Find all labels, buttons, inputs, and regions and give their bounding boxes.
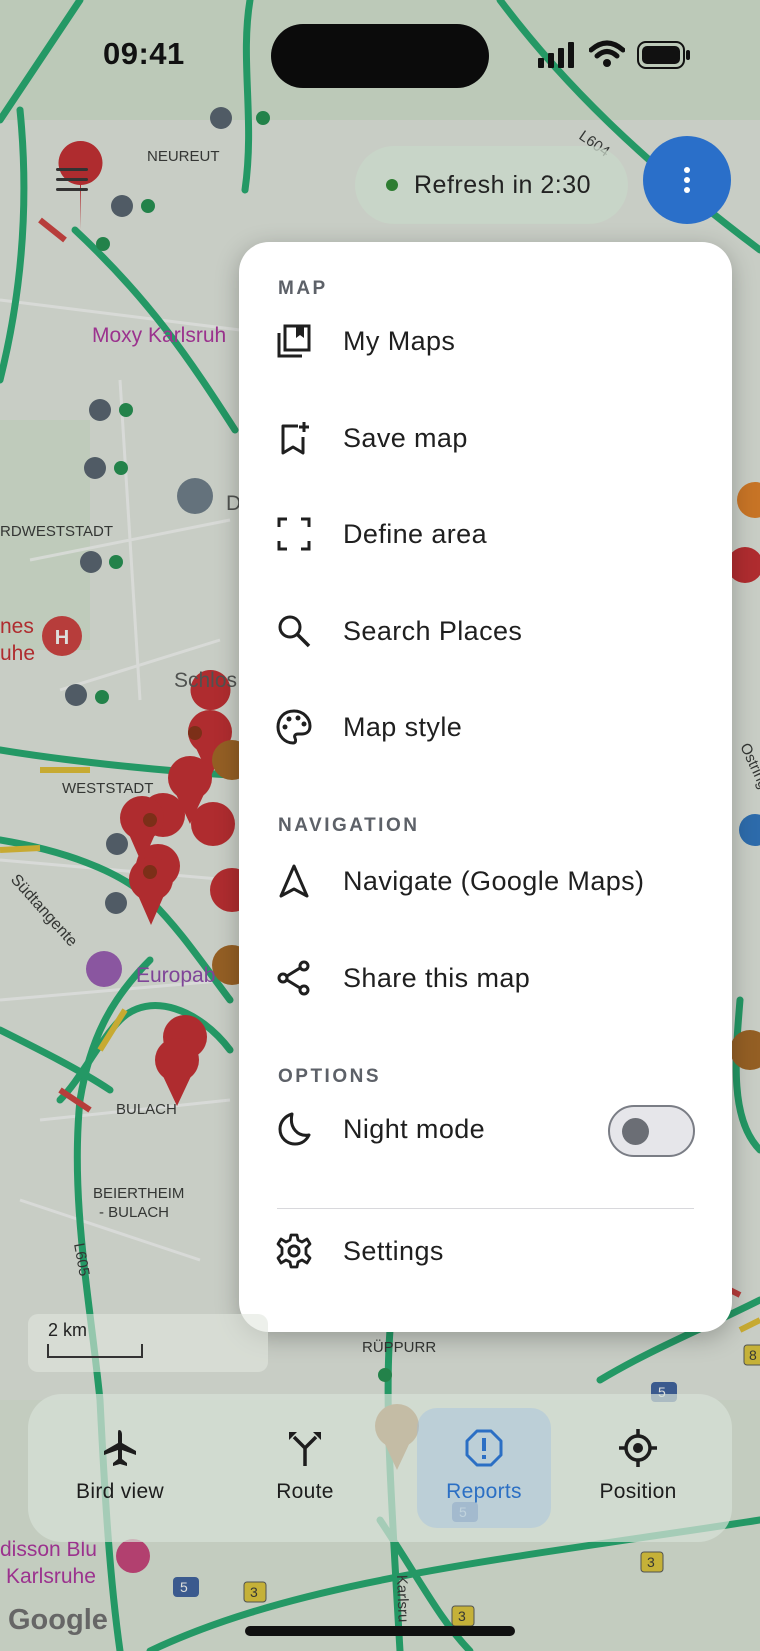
refresh-label: Refresh in 2:30	[414, 170, 592, 199]
google-attribution: Google	[8, 1604, 108, 1636]
menu-item-map-style[interactable]: Map style	[239, 687, 732, 767]
bookmark-add-icon	[281, 422, 309, 455]
menu-item-label: Search Places	[343, 615, 523, 646]
more-options-button[interactable]	[643, 136, 731, 224]
menu-item-label: Save map	[343, 422, 468, 453]
tab-position[interactable]: Position	[576, 1394, 700, 1542]
battery-icon	[637, 41, 690, 69]
moon-icon	[278, 1112, 311, 1146]
menu-item-search-places[interactable]: Search Places	[239, 591, 732, 671]
airplane-icon	[104, 1430, 136, 1466]
menu-item-label: Navigate (Google Maps)	[343, 865, 645, 896]
share-icon	[277, 960, 310, 996]
menu-divider	[277, 1208, 694, 1209]
menu-item-label: Map style	[343, 711, 463, 742]
cellular-signal-icon	[538, 42, 574, 68]
refresh-status-dot	[386, 179, 398, 191]
tab-label: Reports	[446, 1480, 522, 1503]
night-mode-toggle[interactable]	[608, 1105, 695, 1157]
dynamic-island	[271, 24, 489, 88]
scale-bar	[47, 1344, 143, 1358]
options-menu: MAP My Maps Save map Define area Search …	[239, 242, 732, 1332]
wifi-icon	[589, 40, 625, 67]
scale-label: 2 km	[48, 1320, 88, 1340]
section-header-navigation: NAVIGATION	[278, 815, 420, 836]
section-header-options: OPTIONS	[278, 1066, 382, 1087]
tab-label: Bird view	[76, 1480, 164, 1503]
gear-icon	[276, 1233, 312, 1269]
palette-icon	[276, 709, 312, 745]
refresh-countdown-pill[interactable]: Refresh in 2:30	[355, 146, 628, 224]
menu-item-save-map[interactable]: Save map	[239, 398, 732, 478]
map-scale: 2 km	[28, 1314, 268, 1372]
menu-item-share[interactable]: Share this map	[239, 938, 732, 1018]
tab-label: Route	[276, 1480, 334, 1503]
menu-item-my-maps[interactable]: My Maps	[239, 301, 732, 381]
hamburger-menu-icon[interactable]	[56, 168, 90, 192]
menu-item-label: My Maps	[343, 325, 456, 356]
search-icon	[278, 615, 311, 648]
my-location-icon	[619, 1429, 657, 1467]
menu-item-navigate[interactable]: Navigate (Google Maps)	[239, 841, 732, 921]
status-bar: 09:41	[0, 0, 760, 110]
toggle-knob	[622, 1118, 649, 1145]
navigation-arrow-icon	[279, 864, 309, 898]
menu-item-settings[interactable]: Settings	[239, 1211, 732, 1291]
status-time: 09:41	[103, 36, 185, 71]
tab-reports[interactable]: Reports	[422, 1394, 546, 1542]
route-fork-icon	[289, 1432, 321, 1466]
menu-item-label: Night mode	[343, 1113, 486, 1144]
tab-label: Position	[599, 1480, 677, 1503]
home-indicator[interactable]	[245, 1626, 515, 1636]
menu-item-label: Settings	[343, 1235, 444, 1266]
menu-item-night-mode[interactable]: Night mode	[239, 1089, 732, 1169]
crop-free-icon	[277, 517, 311, 551]
menu-item-define-area[interactable]: Define area	[239, 494, 732, 574]
collections-bookmark-icon	[277, 324, 311, 358]
menu-item-label: Share this map	[343, 962, 531, 993]
section-header-map: MAP	[278, 278, 328, 299]
report-alert-icon	[465, 1429, 503, 1467]
tab-route[interactable]: Route	[243, 1394, 367, 1542]
bottom-navigation: Bird view Route Reports Position	[28, 1394, 732, 1542]
tab-bird-view[interactable]: Bird view	[58, 1394, 182, 1542]
menu-item-label: Define area	[343, 518, 487, 549]
